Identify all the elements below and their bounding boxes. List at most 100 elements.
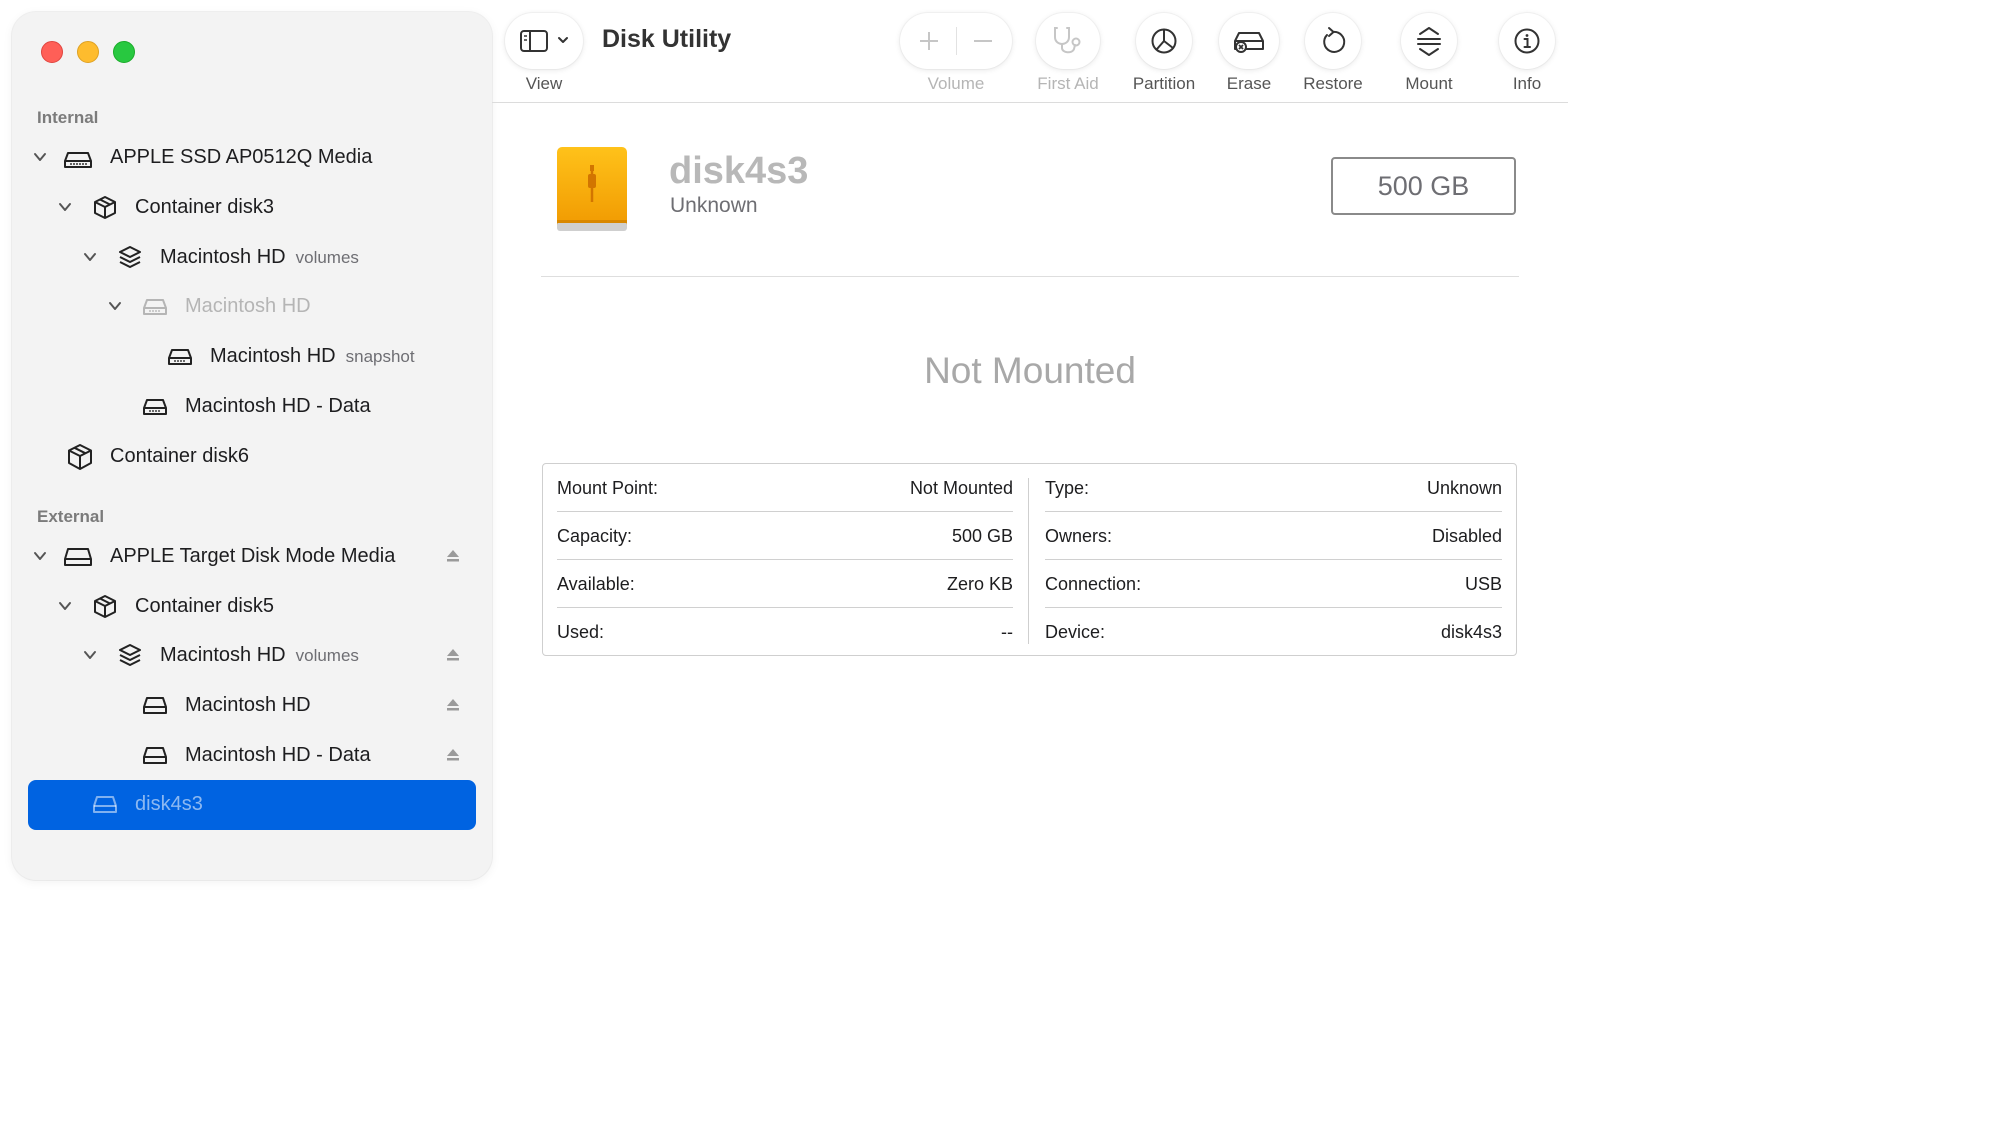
disk-subtitle: Unknown bbox=[670, 194, 758, 217]
external-volume-icon bbox=[93, 796, 117, 813]
first-aid-button[interactable] bbox=[1036, 13, 1100, 69]
mount-icon bbox=[1417, 27, 1441, 56]
info-key: Connection: bbox=[1045, 574, 1142, 594]
eject-icon[interactable] bbox=[444, 547, 462, 565]
info-table: Mount Point: Not Mounted Capacity: 500 G… bbox=[542, 463, 1517, 656]
window-title: Disk Utility bbox=[602, 25, 732, 53]
eject-icon[interactable] bbox=[444, 646, 462, 664]
info-key: Owners: bbox=[1045, 526, 1113, 546]
disk-size-badge: 500 GB bbox=[1331, 157, 1516, 215]
container-icon bbox=[94, 196, 116, 219]
info-value: disk4s3 bbox=[1440, 622, 1502, 642]
sidebar-item-macintosh-hd-volumes[interactable]: Macintosh HD volumes bbox=[0, 235, 492, 281]
sidebar-item-external-macintosh-hd[interactable]: Macintosh HD bbox=[0, 683, 492, 729]
section-header-external: External bbox=[37, 507, 105, 526]
container-icon bbox=[68, 444, 92, 470]
sidebar-item-container-disk6[interactable]: Container disk6 bbox=[0, 434, 492, 480]
info-key: Type: bbox=[1045, 478, 1090, 498]
info-value: 500 GB bbox=[951, 526, 1013, 546]
disk-utility-window: Internal APPLE SSD AP0512Q Media Contain… bbox=[0, 0, 1568, 892]
sidebar-item-container-disk5[interactable]: Container disk5 bbox=[0, 584, 492, 630]
chevron-down-icon bbox=[558, 37, 568, 43]
info-value: Disabled bbox=[1431, 526, 1502, 546]
info-row-capacity: Capacity: 500 GB bbox=[557, 512, 1013, 560]
volume-label: Volume bbox=[927, 74, 985, 93]
section-header-internal: Internal bbox=[37, 108, 99, 127]
info-row-connection: Connection: USB bbox=[1045, 560, 1502, 608]
chevron-down-icon[interactable] bbox=[81, 248, 99, 266]
chevron-down-icon[interactable] bbox=[31, 148, 49, 166]
eject-icon[interactable] bbox=[444, 746, 462, 764]
sidebar-item-macintosh-hd-snapshot[interactable]: Macintosh HD snapshot bbox=[0, 334, 492, 380]
sidebar-item-label: disk4s3 bbox=[135, 793, 203, 815]
volume-icon bbox=[143, 399, 167, 415]
minimize-window-button[interactable] bbox=[77, 41, 99, 63]
sidebar-item-sublabel: volumes bbox=[295, 646, 359, 665]
erase-drive-icon bbox=[1234, 32, 1264, 53]
container-icon bbox=[94, 595, 116, 618]
volume-group-icon bbox=[119, 644, 141, 666]
sidebar-item-label: Macintosh HD bbox=[185, 295, 311, 317]
restore-button[interactable] bbox=[1305, 13, 1361, 69]
chevron-down-icon[interactable] bbox=[56, 597, 74, 615]
info-row-owners: Owners: Disabled bbox=[1045, 512, 1502, 560]
column-separator bbox=[1028, 478, 1029, 644]
add-volume-icon[interactable] bbox=[918, 30, 940, 52]
close-window-button[interactable] bbox=[41, 41, 63, 63]
external-volume-icon bbox=[143, 697, 167, 714]
erase-label: Erase bbox=[1226, 74, 1272, 93]
info-row-available: Available: Zero KB bbox=[557, 560, 1013, 608]
sidebar-item-disk4s3[interactable]: disk4s3 bbox=[28, 780, 476, 830]
info-label: Info bbox=[1512, 74, 1542, 93]
partition-button[interactable] bbox=[1136, 13, 1192, 69]
sidebar-item-label: APPLE Target Disk Mode Media bbox=[110, 545, 396, 567]
sidebar-item-macintosh-hd-data[interactable]: Macintosh HD - Data bbox=[0, 384, 492, 430]
info-value: Unknown bbox=[1426, 478, 1502, 498]
info-key: Mount Point: bbox=[557, 478, 659, 498]
sidebar-item-label: Macintosh HD - Data bbox=[185, 395, 371, 417]
remove-volume-icon[interactable] bbox=[972, 30, 994, 52]
sidebar-item-external-macintosh-hd-data[interactable]: Macintosh HD - Data bbox=[0, 733, 492, 779]
chevron-down-icon[interactable] bbox=[31, 547, 49, 565]
divider bbox=[541, 276, 1519, 277]
external-drive-icon bbox=[64, 548, 92, 566]
mount-status: Not Mounted bbox=[924, 350, 1136, 391]
restore-label: Restore bbox=[1303, 74, 1363, 93]
eject-icon[interactable] bbox=[444, 696, 462, 714]
mount-label: Mount bbox=[1405, 74, 1453, 93]
info-button[interactable] bbox=[1499, 13, 1555, 69]
chevron-down-icon[interactable] bbox=[106, 297, 124, 315]
chevron-down-icon[interactable] bbox=[81, 646, 99, 664]
sidebar-item-external-macintosh-hd-volumes[interactable]: Macintosh HD volumes bbox=[0, 633, 492, 679]
info-row-mount-point: Mount Point: Not Mounted bbox=[557, 464, 1013, 512]
stethoscope-icon bbox=[1054, 27, 1081, 54]
info-key: Device: bbox=[1045, 622, 1106, 642]
sidebar-item-label: Macintosh HD bbox=[160, 246, 286, 268]
sidebar-item-container-disk3[interactable]: Container disk3 bbox=[0, 185, 492, 231]
zoom-window-button[interactable] bbox=[113, 41, 135, 63]
volume-icon bbox=[143, 299, 167, 315]
info-row-type: Type: Unknown bbox=[1045, 464, 1502, 512]
info-row-used: Used: -- bbox=[557, 608, 1013, 656]
info-key: Capacity: bbox=[557, 526, 633, 546]
sidebar-item-label: Container disk5 bbox=[135, 595, 274, 617]
sidebar-item-label: Container disk3 bbox=[135, 196, 274, 218]
sidebar-item-label: Macintosh HD bbox=[210, 345, 336, 367]
sidebar-item-sublabel: snapshot bbox=[345, 347, 415, 366]
sidebar-item-macintosh-hd-system[interactable]: Macintosh HD bbox=[0, 284, 492, 330]
info-value: Zero KB bbox=[946, 574, 1013, 594]
chevron-down-icon[interactable] bbox=[56, 198, 74, 216]
volume-separator bbox=[956, 27, 957, 55]
sidebar-item-label: APPLE SSD AP0512Q Media bbox=[110, 146, 373, 168]
volume-button-group bbox=[900, 13, 1012, 69]
first-aid-label: First Aid bbox=[1037, 74, 1099, 93]
view-button[interactable] bbox=[505, 13, 583, 69]
mount-button[interactable] bbox=[1401, 13, 1457, 69]
info-icon bbox=[1514, 28, 1540, 54]
sidebar-item-apple-ssd[interactable]: APPLE SSD AP0512Q Media bbox=[0, 135, 492, 181]
sidebar-item-apple-target-disk[interactable]: APPLE Target Disk Mode Media bbox=[0, 534, 492, 580]
partition-label: Partition bbox=[1132, 74, 1196, 93]
erase-button[interactable] bbox=[1219, 13, 1279, 69]
external-disk-image-icon bbox=[557, 147, 627, 231]
sidebar-item-sublabel: volumes bbox=[295, 248, 359, 267]
